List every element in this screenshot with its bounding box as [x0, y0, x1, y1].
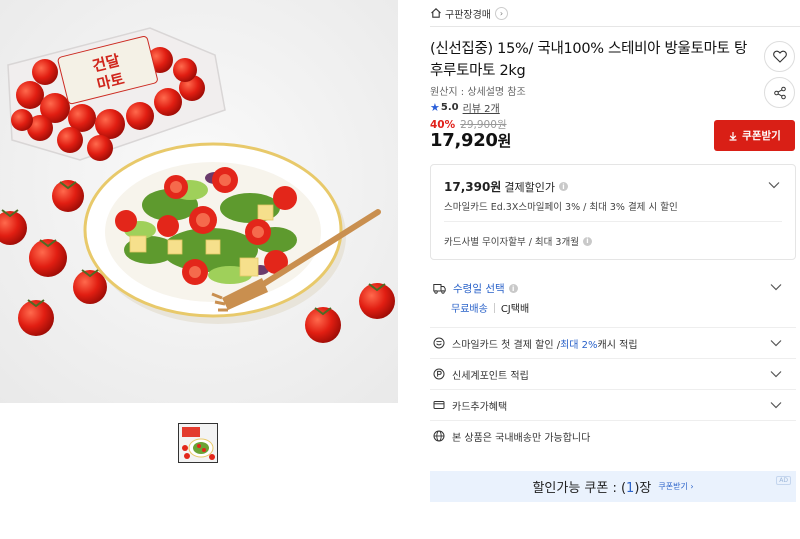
chevron-down-icon[interactable] [770, 401, 782, 409]
product-main-image: 건달 마토 [0, 0, 398, 403]
info-icon[interactable]: i [508, 284, 518, 293]
chevron-down-icon[interactable] [770, 283, 782, 291]
shipping-section[interactable]: 수령일 선택 i 무료배송 CJ택배 [430, 272, 796, 324]
payment-detail: 스마일카드 Ed.3X스마일페이 3% / 최대 3% 결제 시 할인 [444, 202, 678, 213]
discount-rate: 40% [430, 118, 456, 131]
home-icon [431, 8, 441, 18]
installment-row: 카드사별 무이자할부 / 최대 3개월 i [444, 234, 592, 248]
origin-text: 원산지 : 상세설명 참조 [430, 87, 526, 98]
wishlist-button[interactable] [764, 41, 795, 72]
shinsegae-point-row[interactable]: 신세계포인트 적립 [430, 358, 796, 389]
ad-badge: AD [776, 476, 791, 485]
heart-icon [772, 50, 787, 63]
product-title: (신선집중) 15%/ 국내100% 스테비아 방울토마토 탕후루토마토 2kg [430, 41, 748, 79]
smilecard-benefit-row[interactable]: 스마일카드 첫 결제 할인 / 최대 2% 캐시 적립 [430, 327, 796, 358]
info-icon[interactable]: i [582, 236, 592, 246]
point-icon [433, 368, 445, 380]
delivery-date-label[interactable]: 수령일 선택 [453, 281, 505, 296]
divider [430, 26, 800, 27]
benefit-text: 스마일카드 첫 결제 할인 / [452, 339, 561, 351]
breadcrumb-label[interactable]: 구판장경매 [445, 6, 491, 21]
coupon-get-link[interactable]: 쿠폰받기 › [658, 481, 693, 492]
coupon-prefix: 할인가능 쿠폰 : ( [532, 481, 627, 496]
smile-icon [433, 337, 445, 349]
chevron-down-icon[interactable] [768, 181, 780, 189]
delivery-date-row: 수령일 선택 i [433, 281, 518, 296]
sale-price: 17,920원 [430, 130, 511, 151]
chevron-down-icon[interactable] [770, 370, 782, 378]
benefit-text: 신세계포인트 적립 [452, 370, 529, 382]
payment-discount-box[interactable]: 17,390원 결제할인가 i 스마일카드 Ed.3X스마일페이 3% / 최대… [430, 164, 796, 260]
product-info-panel: 구판장경매 › (신선집중) 15%/ 국내100% 스테비아 방울토마토 탕후… [430, 0, 800, 539]
product-thumbnail[interactable] [178, 423, 218, 463]
truck-icon [433, 284, 446, 294]
benefit-text: 카드추가혜택 [452, 401, 508, 413]
coupon-download-button[interactable]: 쿠폰받기 [714, 120, 795, 151]
payment-label: 결제할인가 [504, 180, 555, 194]
benefit-highlight: 최대 2% [560, 339, 598, 351]
price-amount: 17,920 [430, 130, 498, 151]
divider [493, 302, 495, 313]
rating-score: 5.0 [440, 102, 459, 113]
rating-row: ★ 5.0 리뷰 2개 [430, 100, 500, 115]
divider [444, 221, 782, 222]
free-shipping-text: 무료배송 [451, 304, 488, 315]
globe-icon [433, 430, 445, 442]
domestic-shipping-notice: 본 상품은 국내배송만 가능합니다 [430, 420, 796, 451]
shipping-info-row: 무료배송 CJ택배 [451, 300, 529, 315]
chevron-down-icon[interactable] [770, 339, 782, 347]
notice-text: 본 상품은 국내배송만 가능합니다 [452, 432, 591, 444]
breadcrumb[interactable]: 구판장경매 › [430, 4, 508, 22]
info-icon[interactable]: i [558, 182, 568, 191]
payment-discount-row: 17,390원 결제할인가 i [444, 178, 568, 195]
coupon-banner-text: 할인가능 쿠폰 : (1)장 [532, 477, 651, 496]
chevron-right-icon[interactable]: › [495, 6, 508, 20]
share-icon [773, 86, 786, 99]
download-icon [729, 131, 737, 141]
star-icon: ★ [430, 101, 440, 114]
installment-text: 카드사별 무이자할부 / 최대 3개월 [444, 237, 579, 248]
share-button[interactable] [764, 77, 795, 108]
coupon-suffix: )장 [634, 481, 652, 496]
benefit-text-suffix: 캐시 적립 [597, 339, 638, 351]
price-unit: 원 [497, 132, 512, 150]
card-icon [433, 401, 445, 409]
coupon-button-label: 쿠폰받기 [742, 130, 781, 142]
card-benefit-row[interactable]: 카드추가혜택 [430, 389, 796, 420]
coupon-banner[interactable]: 할인가능 쿠폰 : (1)장 쿠폰받기 › AD [430, 471, 796, 502]
carrier-text: CJ택배 [500, 304, 530, 315]
payment-amount: 17,390원 [444, 180, 502, 194]
review-link[interactable]: 리뷰 2개 [463, 100, 500, 115]
